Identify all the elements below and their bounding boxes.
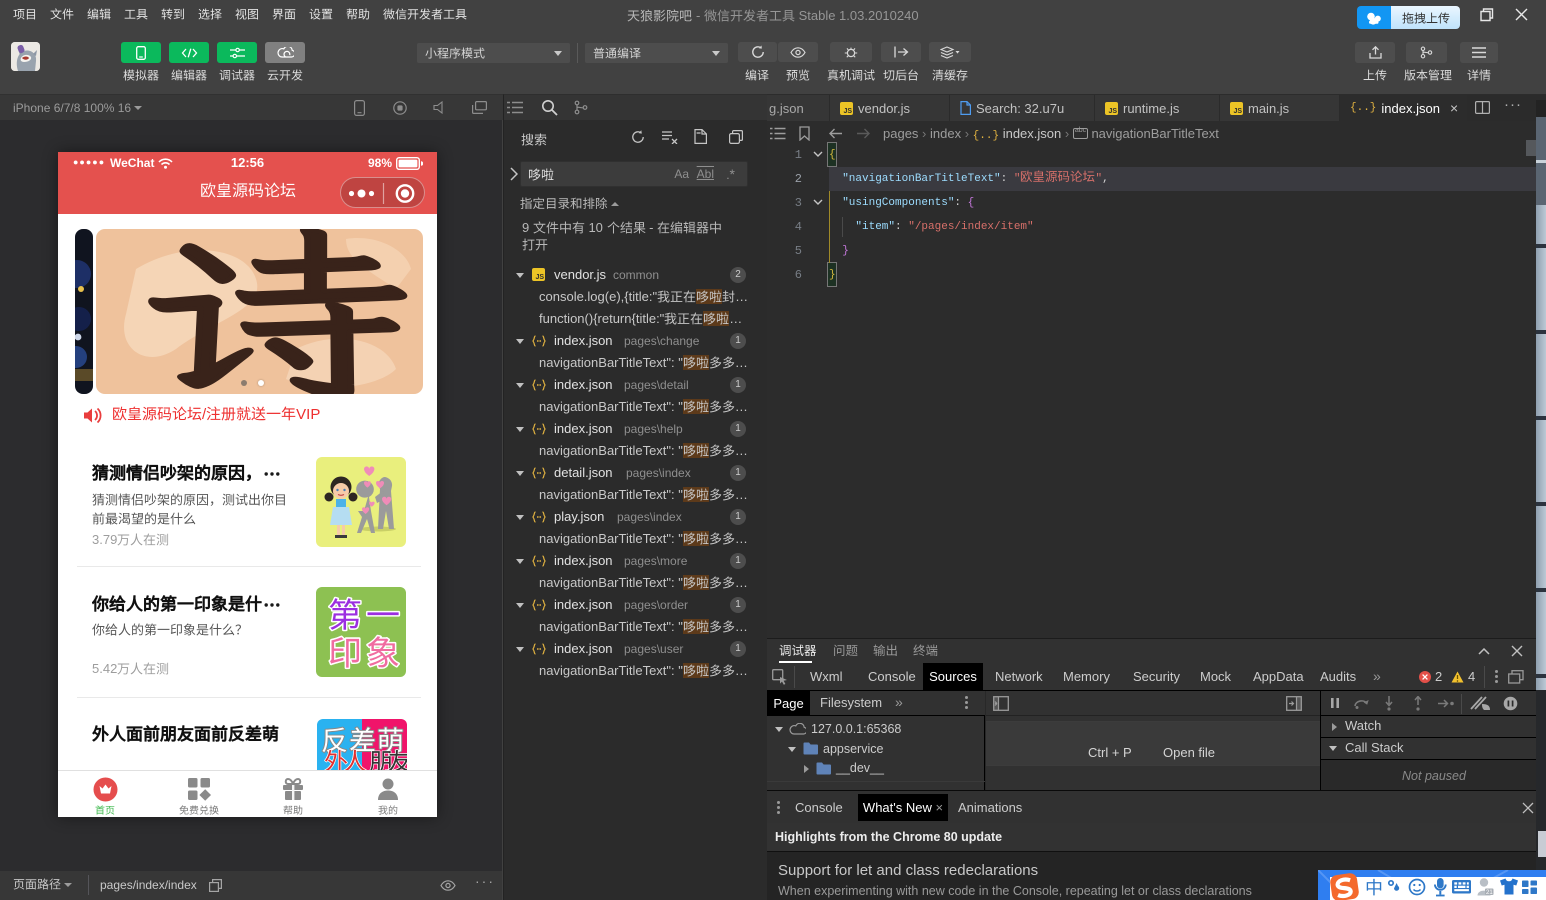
svg-text:21: 21 [1486,890,1493,896]
